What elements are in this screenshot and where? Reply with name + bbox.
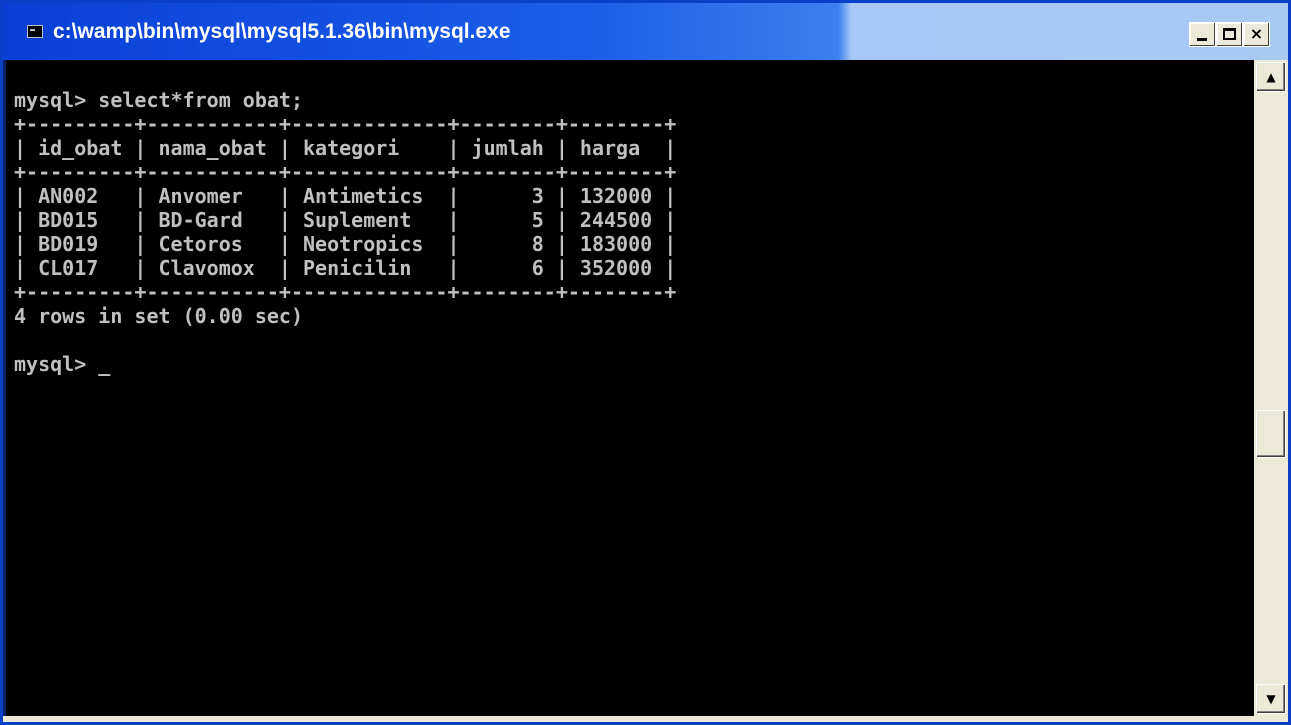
maximize-button[interactable] <box>1216 22 1243 47</box>
table-border-line: +---------+-----------+-------------+---… <box>14 280 677 304</box>
minimize-icon <box>1197 38 1207 41</box>
table-header-row: | id_obat | nama_obat | kategori | jumla… <box>14 136 677 160</box>
text-cursor: _ <box>98 352 111 376</box>
result-summary: 4 rows in set (0.00 sec) <box>14 304 303 328</box>
close-icon: × <box>1249 24 1264 43</box>
console-window: c:\wamp\bin\mysql\mysql5.1.36\bin\mysql.… <box>0 0 1291 725</box>
scroll-up-button[interactable]: ▲ <box>1256 62 1286 92</box>
table-border-line: +---------+-----------+-------------+---… <box>14 160 677 184</box>
window-bottom-border <box>3 716 1288 722</box>
arrow-down-icon: ▼ <box>1266 692 1276 706</box>
scroll-thumb[interactable] <box>1256 410 1286 458</box>
title-bar[interactable]: c:\wamp\bin\mysql\mysql5.1.36\bin\mysql.… <box>3 3 1288 60</box>
table-row: | CL017 | Clavomox | Penicilin | 6 | 352… <box>14 256 677 280</box>
table-row: | AN002 | Anvomer | Antimetics | 3 | 132… <box>14 184 677 208</box>
close-button[interactable]: × <box>1243 22 1270 47</box>
maximize-icon <box>1223 28 1236 40</box>
scroll-down-button[interactable]: ▼ <box>1256 684 1286 714</box>
window-title: c:\wamp\bin\mysql\mysql5.1.36\bin\mysql.… <box>53 20 511 43</box>
console-output-area[interactable]: mysql> select*from obat; +---------+----… <box>6 60 1254 716</box>
console-app-icon[interactable] <box>27 25 43 38</box>
console-line: mysql> select*from obat; <box>14 88 303 112</box>
arrow-up-icon: ▲ <box>1266 70 1276 84</box>
table-row: | BD015 | BD-Gard | Suplement | 5 | 2445… <box>14 208 677 232</box>
table-border-line: +---------+-----------+-------------+---… <box>14 112 677 136</box>
minimize-button[interactable] <box>1189 22 1216 47</box>
mysql-prompt: mysql> <box>14 352 99 376</box>
table-row: | BD019 | Cetoros | Neotropics | 8 | 183… <box>14 232 677 256</box>
console-text: mysql> select*from obat; +---------+----… <box>14 88 676 376</box>
vertical-scrollbar[interactable]: ▲ ▼ <box>1254 60 1288 716</box>
